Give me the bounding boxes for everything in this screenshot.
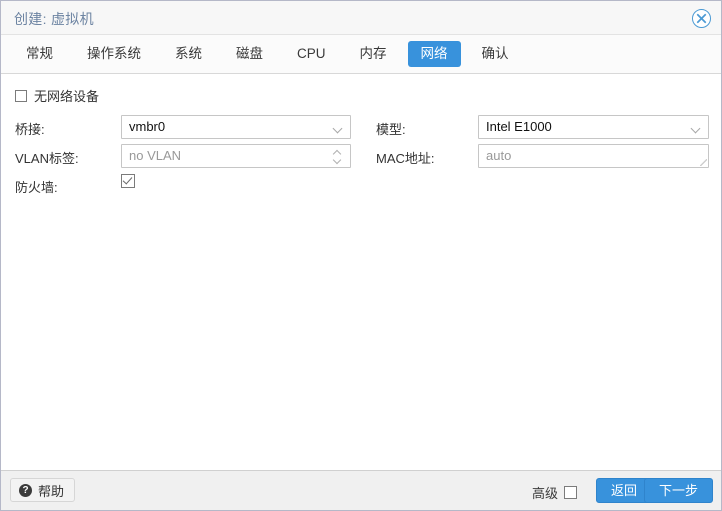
resize-grip-icon bbox=[700, 159, 707, 166]
help-button[interactable]: ? 帮助 bbox=[10, 478, 76, 502]
mac-address-field[interactable]: auto bbox=[478, 144, 709, 168]
firewall-label: 防火墙: bbox=[15, 180, 58, 195]
tab-disks[interactable]: 磁盘 bbox=[223, 41, 276, 67]
firewall-checkbox[interactable] bbox=[121, 174, 135, 188]
tab-os[interactable]: 操作系统 bbox=[74, 41, 154, 67]
vlan-tag-label: VLAN标签: bbox=[15, 151, 79, 166]
vlan-tag-value: no VLAN bbox=[129, 148, 182, 163]
no-network-device-row: 无网络设备 bbox=[15, 86, 99, 105]
tab-network[interactable]: 网络 bbox=[407, 41, 461, 67]
model-label: 模型: bbox=[376, 122, 406, 137]
next-button[interactable]: 下一步 bbox=[643, 478, 713, 503]
dialog-footer: ? 帮助 高级 返回 下一步 bbox=[1, 470, 721, 510]
spinner-updown-icon[interactable] bbox=[333, 149, 342, 165]
model-select[interactable]: Intel E1000 bbox=[478, 115, 709, 139]
tab-system[interactable]: 系统 bbox=[162, 41, 215, 67]
dialog-title: 创建: 虚拟机 bbox=[14, 11, 94, 27]
close-icon[interactable] bbox=[692, 9, 711, 28]
question-mark-icon: ? bbox=[19, 483, 32, 497]
advanced-label: 高级 bbox=[531, 486, 558, 501]
bridge-select[interactable]: vmbr0 bbox=[121, 115, 351, 139]
chevron-down-icon bbox=[334, 124, 343, 133]
advanced-toggle-wrap: 高级 bbox=[532, 483, 577, 502]
wizard-tabbar: 常规 操作系统 系统 磁盘 CPU 内存 网络 确认 bbox=[1, 35, 721, 74]
model-value: Intel E1000 bbox=[486, 119, 552, 134]
no-network-device-label: 无网络设备 bbox=[34, 89, 100, 104]
vlan-tag-input[interactable]: no VLAN bbox=[121, 144, 351, 168]
tab-memory[interactable]: 内存 bbox=[347, 41, 400, 67]
no-network-device-checkbox[interactable] bbox=[15, 89, 27, 102]
advanced-checkbox[interactable] bbox=[564, 486, 577, 499]
create-vm-dialog: 创建: 虚拟机 常规 操作系统 系统 磁盘 CPU 内存 网络 确认 无网络设备… bbox=[0, 0, 722, 511]
firewall-checkbox-wrap bbox=[121, 174, 135, 191]
dialog-titlebar: 创建: 虚拟机 bbox=[1, 1, 721, 35]
chevron-down-icon bbox=[692, 124, 701, 133]
tab-confirm[interactable]: 确认 bbox=[469, 41, 522, 67]
bridge-value: vmbr0 bbox=[129, 119, 166, 134]
mac-address-value: auto bbox=[486, 148, 512, 163]
mac-address-label: MAC地址: bbox=[376, 151, 435, 166]
tab-general[interactable]: 常规 bbox=[13, 41, 66, 67]
tab-cpu[interactable]: CPU bbox=[284, 41, 339, 67]
network-form-panel: 无网络设备 桥接: vmbr0 VLAN标签: no VLAN 防火墙: 模型:… bbox=[1, 74, 721, 470]
bridge-label: 桥接: bbox=[15, 122, 45, 137]
help-button-label: 帮助 bbox=[38, 483, 65, 499]
